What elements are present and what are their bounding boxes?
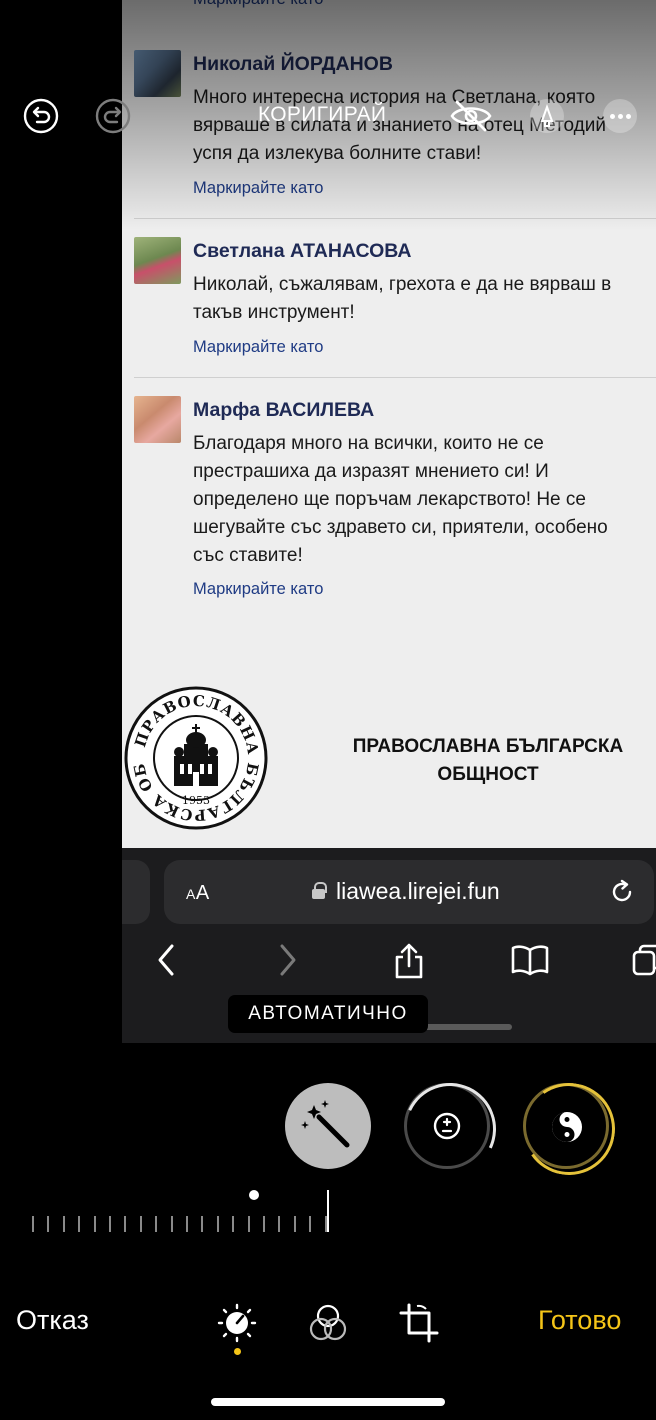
active-tool-dot	[234, 1348, 241, 1355]
adjust-title: КОРИГИРАЙ	[258, 103, 387, 126]
adjust-slider[interactable]	[28, 1188, 358, 1238]
avatar	[134, 237, 181, 284]
magic-wand-icon	[301, 1100, 350, 1148]
filters-icon[interactable]	[307, 1302, 349, 1344]
auto-enhance-button[interactable]	[285, 1083, 371, 1169]
auto-label: АВТОМАТИЧНО	[228, 995, 428, 1033]
slider-tick	[62, 1216, 65, 1232]
comment-author: Марфа ВАСИЛЕВА	[193, 399, 375, 421]
slider-tick	[139, 1216, 142, 1232]
community-title: ПРАВОСЛАВНА БЪЛГАРСКА ОБЩНОСТ	[352, 736, 624, 785]
lock-icon	[312, 882, 327, 899]
undo-icon[interactable]	[23, 98, 59, 134]
brilliance-button[interactable]	[523, 1083, 609, 1169]
hide-eye-icon[interactable]	[448, 99, 494, 133]
cancel-button[interactable]: Отказ	[16, 1305, 89, 1336]
exposure-button[interactable]	[404, 1083, 490, 1169]
slider-tick	[278, 1216, 281, 1232]
comment-text: Благодаря много на всички, които не се п…	[193, 433, 608, 566]
slider-tick	[155, 1216, 158, 1232]
share-icon	[395, 943, 423, 979]
mark-as-link: Маркирайте като	[193, 179, 324, 197]
mark-as-link: Маркирайте като	[193, 338, 324, 356]
brilliance-icon	[552, 1112, 582, 1142]
slider-tick	[232, 1216, 235, 1232]
done-button[interactable]: Готово	[538, 1305, 621, 1336]
url-text: liawea.lirejei.fun	[336, 878, 500, 904]
slider-zero-dot	[249, 1190, 259, 1200]
slider-tick	[47, 1216, 50, 1232]
comment-text: Николай, съжалявам, грехота е да не вярв…	[193, 274, 612, 323]
tabs-icon	[632, 944, 656, 976]
slider-tick	[201, 1216, 204, 1232]
slider-tick	[263, 1216, 265, 1232]
redo-icon[interactable]	[95, 98, 131, 134]
markup-icon[interactable]	[530, 99, 564, 133]
slider-tick	[124, 1216, 127, 1232]
previous-tab-pill	[122, 860, 150, 924]
forward-icon	[280, 944, 296, 976]
crop-rotate-icon[interactable]	[398, 1302, 440, 1344]
adjust-dial-icon[interactable]	[216, 1302, 258, 1344]
avatar	[134, 50, 181, 97]
home-indicator-inner	[422, 1024, 512, 1030]
slider-indicator	[327, 1190, 329, 1232]
slider-tick	[293, 1216, 296, 1232]
edited-photo: Маркирайте като Николай ЙОРДАНОВ Много и…	[122, 0, 656, 1043]
more-icon[interactable]	[603, 99, 637, 133]
slider-tick	[78, 1216, 81, 1232]
slider-tick	[186, 1216, 188, 1232]
slider-tick	[93, 1216, 96, 1232]
community-seal-logo: ПРАВОСЛАВНА БЪЛГАРСКА ОБЩНОСТ 1953	[124, 686, 268, 830]
slider-tick	[170, 1216, 173, 1232]
seal-year: 1953	[182, 794, 210, 807]
divider	[134, 377, 656, 378]
bookmarks-icon	[511, 945, 549, 976]
avatar	[134, 396, 181, 443]
slider-tick	[216, 1216, 219, 1232]
exposure-icon	[433, 1112, 461, 1140]
slider-tick	[109, 1216, 111, 1232]
home-indicator	[211, 1398, 445, 1406]
back-icon	[158, 944, 174, 976]
comment-author: Николай ЙОРДАНОВ	[193, 53, 393, 75]
mark-as-link: Маркирайте като	[193, 580, 324, 598]
text-size-button: AA	[186, 882, 210, 904]
reload-icon	[612, 879, 632, 902]
comment-author: Светлана АТАНАСОВА	[193, 240, 412, 262]
slider-tick	[32, 1216, 34, 1232]
divider	[134, 218, 656, 219]
slider-tick	[247, 1216, 250, 1232]
mark-as-link: Маркирайте като	[193, 0, 323, 9]
address-bar: AA liawea.lirejei.fun	[164, 860, 654, 924]
slider-tick	[309, 1216, 312, 1232]
